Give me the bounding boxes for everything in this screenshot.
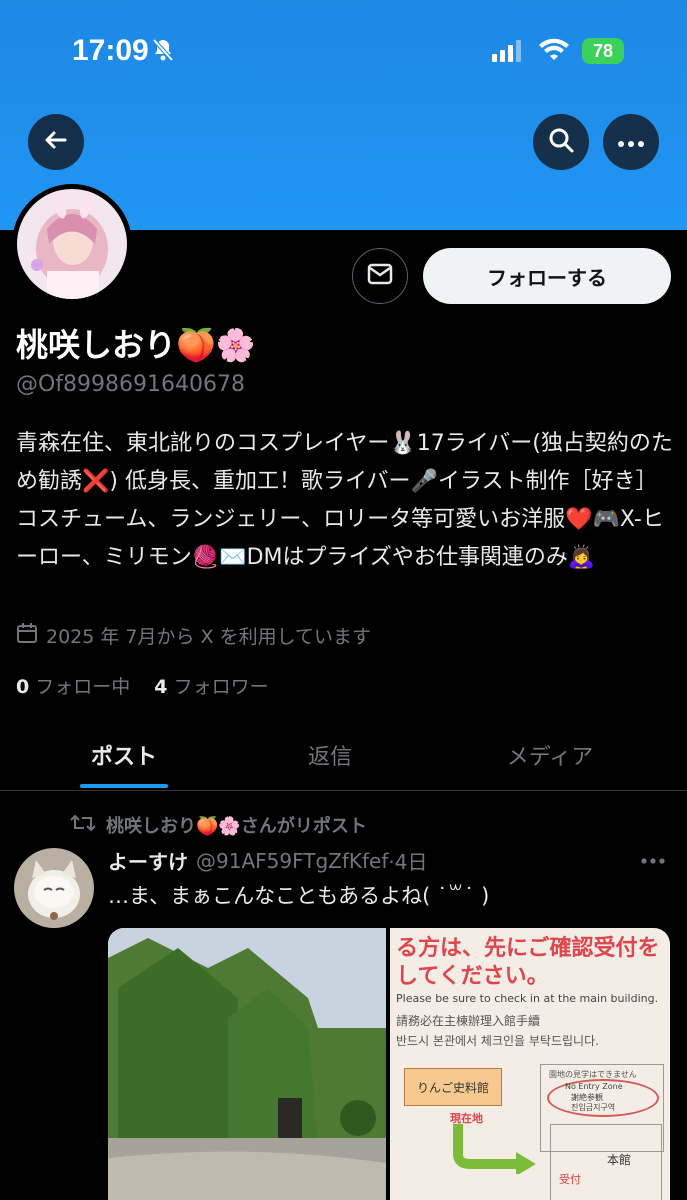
post-text: …ま、まぁこんなこともあるよね( ˙꒳˙ ) xyxy=(108,884,490,908)
notice-heading-2: してください。 xyxy=(396,964,549,989)
wifi-icon xyxy=(538,38,570,66)
post-time: ·4日 xyxy=(388,850,428,874)
calendar-icon xyxy=(16,622,38,649)
media-photo-notice[interactable]: る方は、先にご確認受付を してください。 Please be sure to c… xyxy=(390,928,670,1200)
profile-tabs: ポスト 返信 メディア xyxy=(0,720,687,791)
followers-count: 4 xyxy=(154,676,168,698)
status-time: 17:09 xyxy=(72,34,149,67)
back-button[interactable] xyxy=(28,114,84,170)
arrow-left-icon xyxy=(43,127,69,157)
follow-button[interactable]: フォローする xyxy=(423,248,671,304)
avatar-image xyxy=(17,189,127,299)
profile-name: 桃咲しおり🍑🌸 xyxy=(16,326,256,364)
notice-korean: 반드시 본관에서 체크인을 부탁드립니다. xyxy=(396,1034,599,1048)
following-label: フォロー中 xyxy=(35,676,131,698)
more-horizontal-icon xyxy=(617,133,645,152)
message-button[interactable] xyxy=(352,248,408,304)
no-entry-ko: 진입금지구역 xyxy=(571,1103,616,1112)
mail-icon xyxy=(367,263,393,289)
notice-main-label: 本館 xyxy=(607,1153,632,1167)
post-author-name[interactable]: よーすけ xyxy=(108,846,188,875)
battery-indicator: 78 xyxy=(582,38,624,64)
search-icon xyxy=(547,126,575,158)
followers-label: フォロワー xyxy=(173,676,269,698)
notice-reception: 受付 xyxy=(559,1173,581,1186)
repost-icon xyxy=(70,813,96,838)
tab-posts[interactable]: ポスト xyxy=(40,720,208,790)
follow-stats: 0 フォロー中 4 フォロワー xyxy=(16,672,269,699)
tab-media[interactable]: メディア xyxy=(470,720,630,790)
post-header: よーすけ @91AF59FTgZfKfef ·4日 xyxy=(108,846,428,875)
more-options-button[interactable] xyxy=(603,114,659,170)
followers-link[interactable]: 4 フォロワー xyxy=(154,672,268,699)
profile-avatar[interactable] xyxy=(12,184,132,304)
notice-chinese: 請務必在主棟辦理入館手續 xyxy=(396,1014,541,1028)
post-media[interactable]: る方は、先にご確認受付を してください。 Please be sure to c… xyxy=(108,928,670,1200)
post-author-avatar[interactable] xyxy=(14,848,94,928)
notice-english: Please be sure to check in at the main b… xyxy=(396,992,659,1005)
joined-date: 2025 年 7月から X を利用しています xyxy=(16,622,371,649)
tab-replies[interactable]: 返信 xyxy=(250,720,410,790)
following-count: 0 xyxy=(16,676,30,698)
notice-arrow-icon xyxy=(453,1124,536,1174)
active-tab-indicator xyxy=(80,784,168,788)
notice-main-building: 本館 受付 xyxy=(550,1124,662,1200)
profile-bio: 青森在住、東北訛りのコスプレイヤー🐰17ライバー(独占契約のため勧誘❌) 低身長… xyxy=(16,431,673,570)
profile-handle: @Of8998691640678 xyxy=(16,372,246,397)
post-more-icon[interactable] xyxy=(640,850,666,869)
no-entry-en: No Entry Zone xyxy=(565,1082,623,1091)
bell-muted-icon xyxy=(152,38,174,66)
status-bar: 17:09 78 xyxy=(0,0,687,100)
following-link[interactable]: 0 フォロー中 xyxy=(16,672,130,699)
repost-label: 桃咲しおり🍑🌸さんがリポスト xyxy=(106,816,367,837)
media-photo-ivy-building[interactable] xyxy=(108,928,386,1200)
repost-indicator[interactable]: 桃咲しおり🍑🌸さんがリポスト xyxy=(70,812,367,838)
cellular-signal-icon xyxy=(492,40,522,66)
notice-room-label: りんご史料館 xyxy=(404,1068,502,1106)
post-author-handle[interactable]: @91AF59FTgZfKfef xyxy=(196,849,388,873)
search-button[interactable] xyxy=(533,114,589,170)
joined-text: 2025 年 7月から X を利用しています xyxy=(46,626,372,648)
